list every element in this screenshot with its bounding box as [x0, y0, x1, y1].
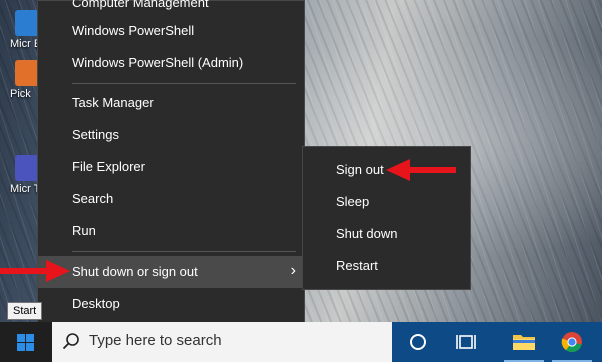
taskbar-apps: [392, 322, 602, 362]
annotation-arrow-right: [386, 159, 456, 181]
task-view-button[interactable]: [442, 322, 490, 362]
file-explorer-icon: [513, 335, 535, 350]
search-placeholder: Type here to search: [89, 332, 222, 349]
chrome-taskbar-button[interactable]: [548, 322, 596, 362]
cortana-button[interactable]: [394, 322, 442, 362]
submenu-item-shut-down[interactable]: Shut down: [303, 218, 470, 250]
file-explorer-taskbar-button[interactable]: [500, 322, 548, 362]
task-view-icon: [456, 335, 476, 349]
start-tooltip: Start: [7, 302, 43, 320]
menu-item-label: File Explorer: [72, 159, 145, 174]
menu-item-label: Windows PowerShell (Admin): [72, 55, 244, 70]
menu-item-label: Windows PowerShell: [72, 23, 195, 38]
taskbar-search-box[interactable]: Type here to search: [52, 322, 392, 362]
menu-item-settings[interactable]: Settings: [38, 119, 304, 151]
menu-item-label: Run: [72, 223, 96, 238]
taskbar: Type here to search: [0, 322, 602, 362]
winx-context-menu: Computer Management Windows PowerShell W…: [37, 0, 305, 327]
submenu-item-sleep[interactable]: Sleep: [303, 186, 470, 218]
submenu-item-label: Sleep: [336, 194, 370, 209]
submenu-item-label: Sign out: [336, 162, 384, 177]
submenu-item-restart[interactable]: Restart: [303, 250, 470, 282]
menu-separator: [72, 251, 296, 252]
cortana-icon: [410, 334, 426, 350]
search-icon: [62, 333, 79, 350]
menu-item-run[interactable]: Run: [38, 215, 304, 247]
windows-logo-icon: [17, 334, 34, 351]
menu-item-windows-powershell[interactable]: Windows PowerShell: [38, 15, 304, 47]
chrome-icon: [561, 332, 582, 353]
menu-item-label: Search: [72, 191, 114, 206]
menu-separator: [72, 83, 296, 84]
menu-item-file-explorer[interactable]: File Explorer: [38, 151, 304, 183]
menu-item-label: Shut down or sign out: [72, 264, 198, 279]
submenu-item-label: Restart: [336, 258, 378, 273]
menu-item-windows-powershell-admin[interactable]: Windows PowerShell (Admin): [38, 47, 304, 79]
chevron-right-icon: ›: [290, 262, 296, 279]
submenu-item-label: Shut down: [336, 226, 398, 241]
start-button[interactable]: [0, 322, 52, 362]
menu-item-label: Desktop: [72, 296, 120, 311]
menu-item-label: Task Manager: [72, 95, 154, 110]
menu-item-desktop[interactable]: Desktop: [38, 288, 304, 320]
menu-item-task-manager[interactable]: Task Manager: [38, 87, 304, 119]
menu-item-shut-down-or-sign-out[interactable]: Shut down or sign out ›: [38, 256, 304, 288]
annotation-arrow-left: [0, 260, 70, 282]
menu-item-label: Computer Management: [72, 0, 209, 10]
menu-item-search[interactable]: Search: [38, 183, 304, 215]
menu-item-label: Settings: [72, 127, 119, 142]
